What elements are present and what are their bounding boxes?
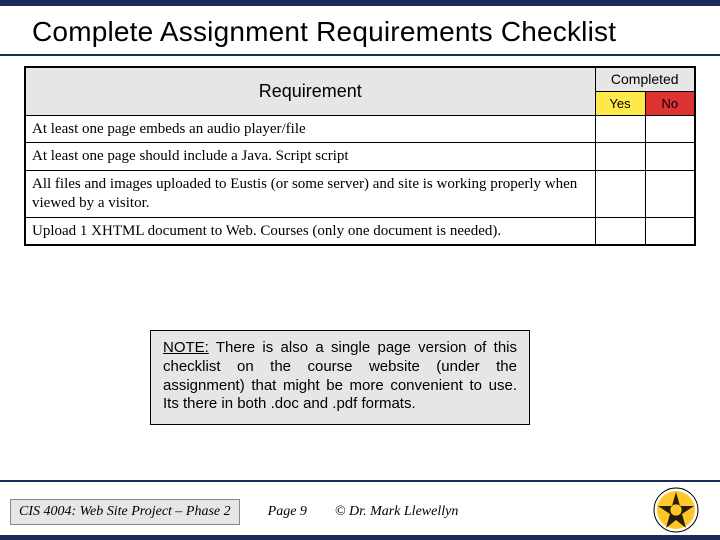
note-label: NOTE: [163, 339, 209, 356]
bottom-border [0, 535, 720, 540]
yes-cell [595, 115, 645, 143]
footer-course: CIS 4004: Web Site Project – Phase 2 [10, 499, 240, 525]
table-row: At least one page embeds an audio player… [25, 115, 695, 143]
footer-copyright: © Dr. Mark Llewellyn [335, 504, 458, 520]
requirement-cell: At least one page embeds an audio player… [25, 115, 595, 143]
footer-page: Page 9 [268, 504, 307, 520]
no-cell [645, 143, 695, 171]
requirement-cell: Upload 1 XHTML document to Web. Courses … [25, 217, 595, 245]
no-cell [645, 171, 695, 218]
requirement-cell: All files and images uploaded to Eustis … [25, 171, 595, 218]
no-cell [645, 115, 695, 143]
table-row: At least one page should include a Java.… [25, 143, 695, 171]
yes-cell [595, 217, 645, 245]
note-text: There is also a single page version of t… [163, 339, 517, 412]
note-box: NOTE: There is also a single page versio… [150, 330, 530, 425]
requirement-cell: At least one page should include a Java.… [25, 143, 595, 171]
col-header-completed: Completed [595, 67, 695, 91]
yes-cell [595, 171, 645, 218]
col-header-yes: Yes [595, 91, 645, 115]
col-header-no: No [645, 91, 695, 115]
col-header-requirement: Requirement [25, 67, 595, 115]
footer-divider [0, 480, 720, 482]
footer: CIS 4004: Web Site Project – Phase 2 Pag… [0, 484, 720, 540]
yes-cell [595, 143, 645, 171]
no-cell [645, 217, 695, 245]
checklist-table: Requirement Completed Yes No At least on… [24, 66, 696, 246]
page-title: Complete Assignment Requirements Checkli… [0, 6, 720, 54]
table-row: All files and images uploaded to Eustis … [25, 171, 695, 218]
checklist-table-wrap: Requirement Completed Yes No At least on… [0, 56, 720, 246]
ucf-logo-icon [652, 486, 700, 534]
table-row: Upload 1 XHTML document to Web. Courses … [25, 217, 695, 245]
footer-left: CIS 4004: Web Site Project – Phase 2 Pag… [0, 499, 458, 525]
